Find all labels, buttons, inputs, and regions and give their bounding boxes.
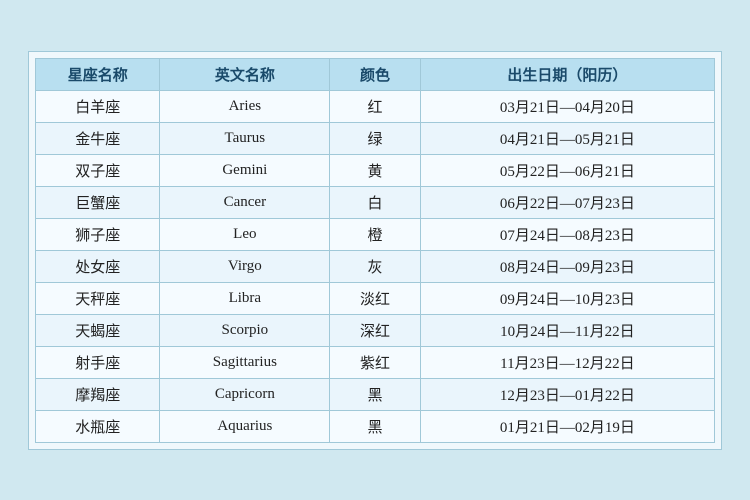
cell-date: 03月21日—04月20日 bbox=[420, 90, 714, 122]
table-header-row: 星座名称 英文名称 颜色 出生日期（阳历） bbox=[36, 58, 715, 90]
table-row: 摩羯座Capricorn黑12月23日—01月22日 bbox=[36, 378, 715, 410]
cell-color: 灰 bbox=[330, 250, 421, 282]
cell-color: 黑 bbox=[330, 410, 421, 442]
table-row: 天蝎座Scorpio深红10月24日—11月22日 bbox=[36, 314, 715, 346]
cell-date: 07月24日—08月23日 bbox=[420, 218, 714, 250]
cell-english: Aquarius bbox=[160, 410, 330, 442]
table-row: 金牛座Taurus绿04月21日—05月21日 bbox=[36, 122, 715, 154]
table-body: 白羊座Aries红03月21日—04月20日金牛座Taurus绿04月21日—0… bbox=[36, 90, 715, 442]
cell-english: Capricorn bbox=[160, 378, 330, 410]
cell-date: 12月23日—01月22日 bbox=[420, 378, 714, 410]
cell-color: 紫红 bbox=[330, 346, 421, 378]
cell-date: 04月21日—05月21日 bbox=[420, 122, 714, 154]
cell-chinese: 双子座 bbox=[36, 154, 160, 186]
cell-color: 淡红 bbox=[330, 282, 421, 314]
table-row: 天秤座Libra淡红09月24日—10月23日 bbox=[36, 282, 715, 314]
header-color: 颜色 bbox=[330, 58, 421, 90]
table-row: 狮子座Leo橙07月24日—08月23日 bbox=[36, 218, 715, 250]
cell-color: 深红 bbox=[330, 314, 421, 346]
cell-chinese: 天秤座 bbox=[36, 282, 160, 314]
cell-chinese: 水瓶座 bbox=[36, 410, 160, 442]
header-chinese: 星座名称 bbox=[36, 58, 160, 90]
table-row: 处女座Virgo灰08月24日—09月23日 bbox=[36, 250, 715, 282]
cell-english: Leo bbox=[160, 218, 330, 250]
table-row: 白羊座Aries红03月21日—04月20日 bbox=[36, 90, 715, 122]
table-row: 双子座Gemini黄05月22日—06月21日 bbox=[36, 154, 715, 186]
cell-date: 09月24日—10月23日 bbox=[420, 282, 714, 314]
cell-chinese: 狮子座 bbox=[36, 218, 160, 250]
cell-date: 08月24日—09月23日 bbox=[420, 250, 714, 282]
cell-date: 06月22日—07月23日 bbox=[420, 186, 714, 218]
cell-chinese: 处女座 bbox=[36, 250, 160, 282]
cell-date: 11月23日—12月22日 bbox=[420, 346, 714, 378]
cell-color: 白 bbox=[330, 186, 421, 218]
cell-color: 橙 bbox=[330, 218, 421, 250]
cell-chinese: 摩羯座 bbox=[36, 378, 160, 410]
cell-chinese: 天蝎座 bbox=[36, 314, 160, 346]
cell-chinese: 巨蟹座 bbox=[36, 186, 160, 218]
cell-chinese: 白羊座 bbox=[36, 90, 160, 122]
cell-color: 黄 bbox=[330, 154, 421, 186]
cell-color: 黑 bbox=[330, 378, 421, 410]
cell-chinese: 金牛座 bbox=[36, 122, 160, 154]
cell-color: 绿 bbox=[330, 122, 421, 154]
cell-date: 05月22日—06月21日 bbox=[420, 154, 714, 186]
cell-english: Cancer bbox=[160, 186, 330, 218]
header-english: 英文名称 bbox=[160, 58, 330, 90]
cell-english: Virgo bbox=[160, 250, 330, 282]
zodiac-table: 星座名称 英文名称 颜色 出生日期（阳历） 白羊座Aries红03月21日—04… bbox=[35, 58, 715, 443]
table-row: 射手座Sagittarius紫红11月23日—12月22日 bbox=[36, 346, 715, 378]
table-row: 水瓶座Aquarius黑01月21日—02月19日 bbox=[36, 410, 715, 442]
cell-date: 01月21日—02月19日 bbox=[420, 410, 714, 442]
cell-color: 红 bbox=[330, 90, 421, 122]
cell-chinese: 射手座 bbox=[36, 346, 160, 378]
table-row: 巨蟹座Cancer白06月22日—07月23日 bbox=[36, 186, 715, 218]
zodiac-table-wrapper: 星座名称 英文名称 颜色 出生日期（阳历） 白羊座Aries红03月21日—04… bbox=[28, 51, 722, 450]
cell-english: Libra bbox=[160, 282, 330, 314]
cell-english: Gemini bbox=[160, 154, 330, 186]
cell-english: Sagittarius bbox=[160, 346, 330, 378]
cell-english: Aries bbox=[160, 90, 330, 122]
header-date: 出生日期（阳历） bbox=[420, 58, 714, 90]
cell-english: Taurus bbox=[160, 122, 330, 154]
cell-english: Scorpio bbox=[160, 314, 330, 346]
cell-date: 10月24日—11月22日 bbox=[420, 314, 714, 346]
